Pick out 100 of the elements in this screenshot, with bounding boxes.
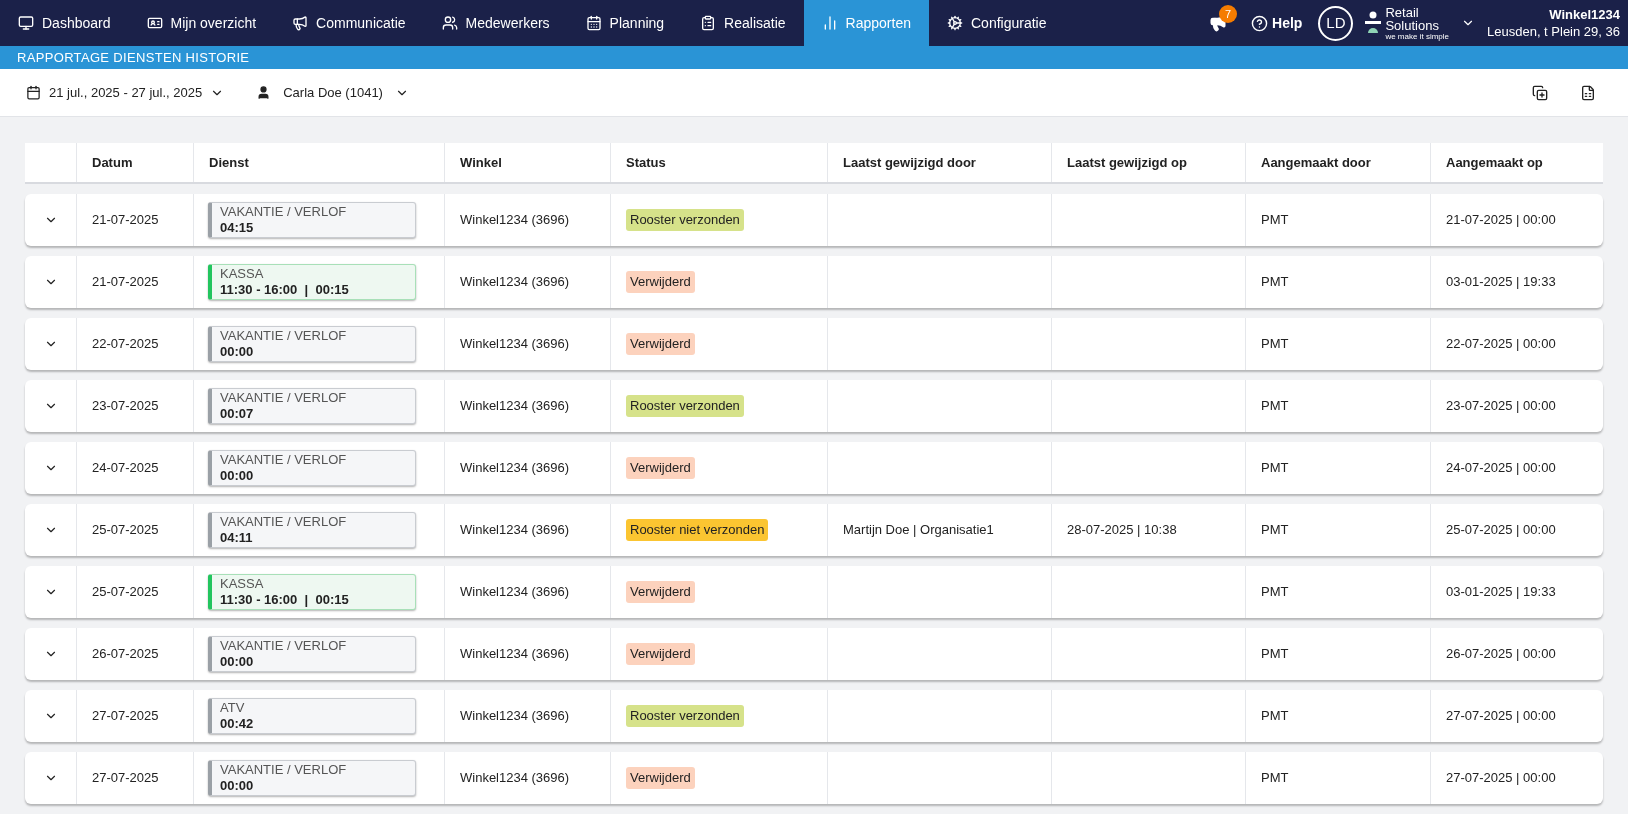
people-icon	[441, 15, 458, 31]
nav-tab[interactable]: Mijn overzicht	[128, 0, 275, 46]
shift-name: VAKANTIE / VERLOF	[220, 762, 348, 778]
shift-name: VAKANTIE / VERLOF	[220, 514, 348, 530]
id-card-icon	[146, 15, 163, 31]
shift-name: VAKANTIE / VERLOF	[220, 390, 348, 406]
table-cell-text: 22-07-2025	[92, 335, 159, 354]
table-cell-text: 26-07-2025 | 00:00	[1446, 645, 1556, 664]
table-cell-text: 25-07-2025 | 00:00	[1446, 521, 1556, 540]
copy-icon[interactable]	[1532, 84, 1548, 101]
date-range-picker[interactable]: 21 jul., 2025 - 27 jul., 2025	[26, 82, 225, 103]
spreadsheet-icon[interactable]	[1580, 84, 1596, 101]
status-tag: Verwijderd	[626, 767, 695, 789]
column-header: Aangemaakt op	[1446, 153, 1543, 172]
table-cell-text: Winkel1234 (3696)	[460, 397, 570, 416]
calendar-icon	[585, 15, 602, 31]
table-cell-text: 27-07-2025	[92, 707, 159, 726]
store-address: Leusden, t Plein 29, 36	[1487, 23, 1620, 40]
nav-tab[interactable]: Planning	[567, 0, 683, 46]
megaphone-icon	[292, 15, 309, 31]
table-cell-text: PMT	[1261, 335, 1289, 354]
shift-name: KASSA	[220, 576, 265, 592]
nav-tab[interactable]: Medewerkers	[423, 0, 568, 46]
table-cell-text: 25-07-2025	[92, 583, 159, 602]
table-cell-text: 27-07-2025 | 00:00	[1446, 769, 1556, 788]
help-button[interactable]: Help	[1251, 12, 1303, 34]
status-tag: Rooster verzonden	[626, 209, 744, 231]
nav-tab[interactable]: Communicatie	[274, 0, 424, 46]
table-cell-text: PMT	[1261, 645, 1289, 664]
table-cell-text: PMT	[1261, 459, 1289, 478]
table-cell-text: 24-07-2025	[92, 459, 159, 478]
shift-name: VAKANTIE / VERLOF	[220, 204, 348, 220]
table-cell-text: 23-07-2025 | 00:00	[1446, 397, 1556, 416]
status-tag: Rooster verzonden	[626, 395, 744, 417]
help-icon	[1251, 14, 1269, 32]
table-cell-text: 25-07-2025	[92, 521, 159, 540]
table-cell-text: Winkel1234 (3696)	[460, 707, 570, 726]
table-cell-text: 21-07-2025 | 00:00	[1446, 211, 1556, 230]
table-cell-text: 23-07-2025	[92, 397, 159, 416]
shift-time: 00:00	[220, 344, 255, 360]
column-header: Laatst gewijzigd door	[843, 153, 976, 172]
column-header: Aangemaakt door	[1261, 153, 1371, 172]
shift-time: 00:42	[220, 716, 255, 732]
table-cell-text: PMT	[1261, 707, 1289, 726]
table-cell-text: 03-01-2025 | 19:33	[1446, 273, 1556, 292]
column-header: Datum	[92, 153, 133, 172]
column-header: Status	[626, 153, 666, 172]
shift-name: ATV	[220, 700, 246, 716]
status-tag: Rooster niet verzonden	[626, 519, 769, 541]
table-cell-text: Winkel1234 (3696)	[460, 769, 570, 788]
table-cell-text: Winkel1234 (3696)	[460, 645, 570, 664]
shift-time: 00:00	[220, 654, 255, 670]
clipboard-icon	[700, 15, 717, 31]
employee-picker[interactable]: Carla Doe (1041)	[256, 82, 409, 103]
status-tag: Verwijderd	[626, 643, 695, 665]
nav-tab[interactable]: Configuratie	[929, 0, 1065, 46]
table-cell-text: PMT	[1261, 521, 1289, 540]
nav-tab[interactable]: Realisatie	[682, 0, 804, 46]
shift-time: 00:07	[220, 406, 255, 422]
table-cell-text: 24-07-2025 | 00:00	[1446, 459, 1556, 478]
column-header: Laatst gewijzigd op	[1067, 153, 1187, 172]
table-cell-text: PMT	[1261, 211, 1289, 230]
table-cell-text: PMT	[1261, 769, 1289, 788]
table-cell-text: 21-07-2025	[92, 211, 159, 230]
status-tag: Verwijderd	[626, 271, 695, 293]
table-cell-text: 21-07-2025	[92, 273, 159, 292]
user-avatar[interactable]: LD	[1318, 5, 1354, 41]
table-cell-text: Martijn Doe | Organisatie1	[843, 521, 994, 540]
table-cell-text: PMT	[1261, 583, 1289, 602]
column-header: Winkel	[460, 153, 502, 172]
table-cell-text: 22-07-2025 | 00:00	[1446, 335, 1556, 354]
table-cell-text: Winkel1234 (3696)	[460, 521, 570, 540]
table-cell-text: 03-01-2025 | 19:33	[1446, 583, 1556, 602]
gears-icon	[947, 15, 963, 31]
notification-badge: 7	[1219, 5, 1238, 23]
status-tag: Verwijderd	[626, 581, 695, 603]
status-tag: Rooster verzonden	[626, 705, 744, 727]
shift-name: KASSA	[220, 266, 265, 282]
nav-tab[interactable]: Dashboard	[0, 0, 129, 46]
table-cell-text: Winkel1234 (3696)	[460, 211, 570, 230]
logo-tagline: we make it simple	[1385, 31, 1449, 41]
store-name: Winkel1234	[1549, 6, 1620, 23]
column-header: Dienst	[209, 153, 249, 172]
table-cell-text: Winkel1234 (3696)	[460, 583, 570, 602]
shift-name: VAKANTIE / VERLOF	[220, 638, 348, 654]
person-icon	[256, 85, 272, 100]
shift-time: 00:00	[220, 778, 255, 794]
shift-time: 04:11	[220, 530, 254, 546]
table-cell-text: 28-07-2025 | 10:38	[1067, 521, 1177, 540]
table-cell-text: Winkel1234 (3696)	[460, 273, 570, 292]
table-cell-text: PMT	[1261, 397, 1289, 416]
logo-icon	[1365, 11, 1382, 35]
shift-time: 11:30 - 16:00 | 00:15	[220, 282, 350, 298]
status-tag: Verwijderd	[626, 333, 695, 355]
calendar-icon	[26, 85, 41, 100]
logo-text: Solutions	[1385, 18, 1440, 32]
table-cell-text: PMT	[1261, 273, 1289, 292]
table-cell-text: 27-07-2025 | 00:00	[1446, 707, 1556, 726]
table-cell-text: Winkel1234 (3696)	[460, 459, 570, 478]
status-tag: Verwijderd	[626, 457, 695, 479]
